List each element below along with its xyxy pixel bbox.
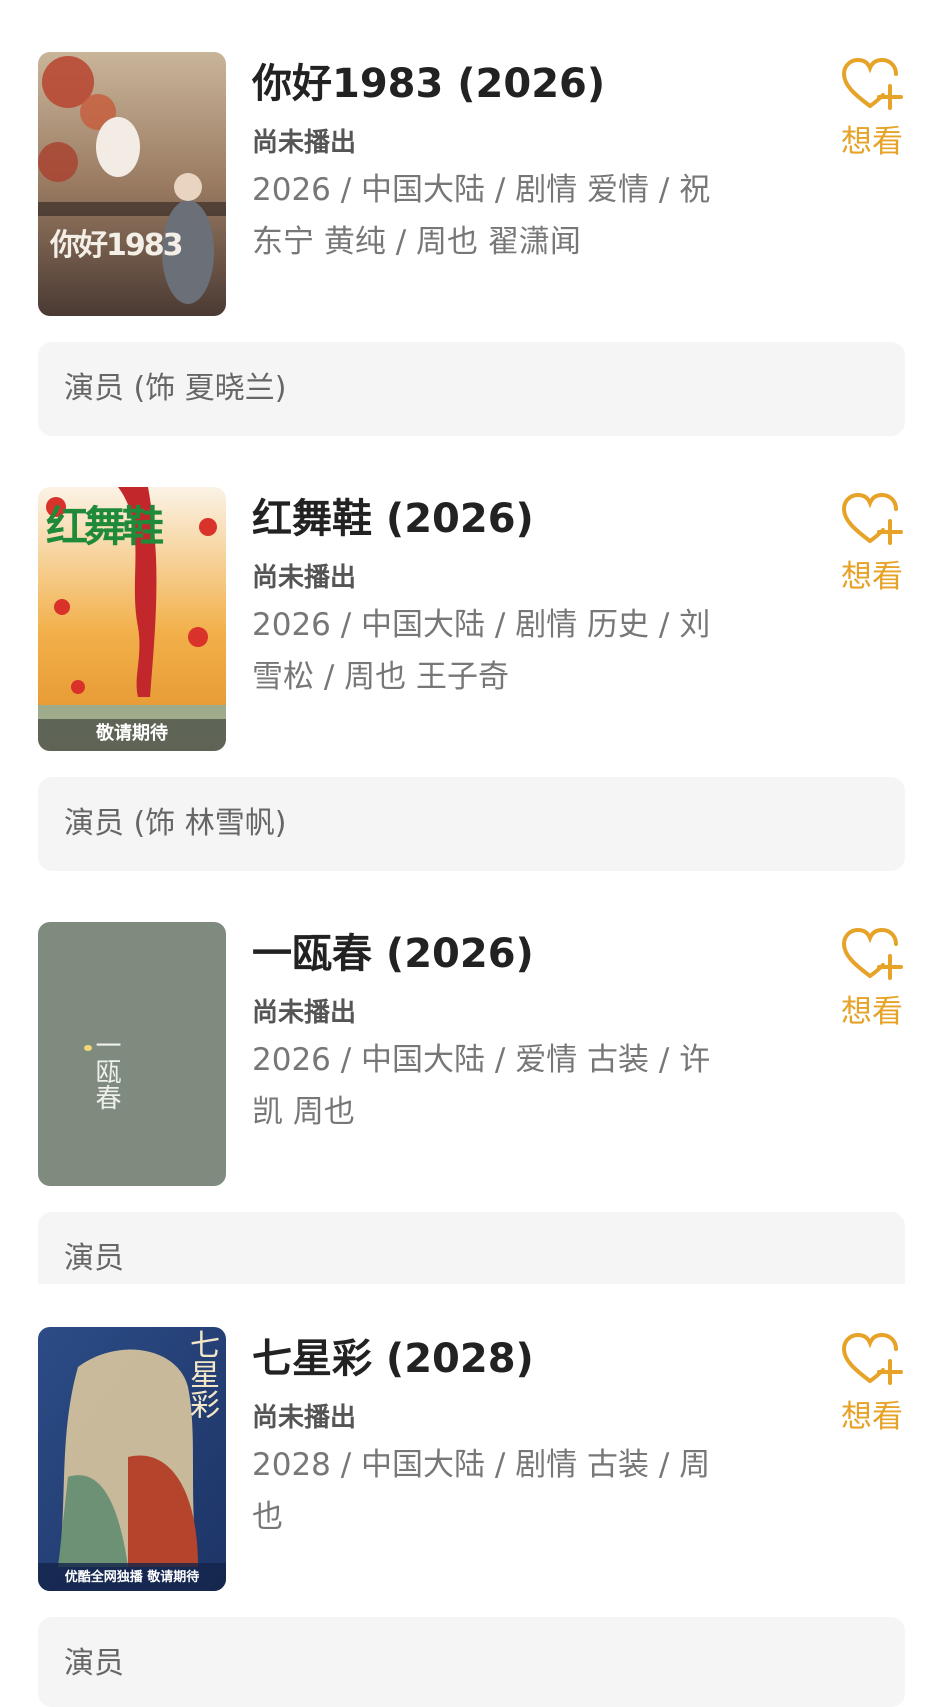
drama-title[interactable]: 七星彩 (2028) [252, 1333, 534, 1385]
drama-title[interactable]: 一瓯春 (2026) [252, 928, 534, 980]
drama-meta: 2026 / 中国大陆 / 剧情 爱情 / 祝东宁 黄纯 / 周也 翟潇闻 [252, 172, 711, 260]
status-text: 尚未播出 [252, 128, 357, 158]
poster-footer-text: 敬请期待 [96, 723, 168, 744]
drama-meta: 2026 / 中国大陆 / 剧情 历史 / 刘雪松 / 周也 王子奇 [252, 607, 711, 695]
want-to-watch-label: 想看 [841, 559, 903, 595]
poster-image[interactable]: 七星彩 优酷全网独播 敬请期待 [38, 1327, 226, 1591]
drama-title[interactable]: 你好1983 (2026) [252, 58, 605, 110]
drama-meta: 2026 / 中国大陆 / 爱情 古装 / 许凯 周也 [252, 1042, 711, 1130]
heart-plus-icon [841, 492, 903, 545]
role-bar[interactable]: 演员 [38, 1212, 905, 1284]
poster-footer-text: 优酷全网独播 敬请期待 [64, 1570, 200, 1585]
status-text: 尚未播出 [252, 998, 357, 1028]
poster-title-text: 红舞鞋 [46, 502, 164, 551]
drama-card[interactable]: 七星彩 优酷全网独播 敬请期待 七星彩 (2028) 尚未播出 2028 / 中… [0, 1327, 945, 1707]
drama-title[interactable]: 红舞鞋 (2026) [252, 493, 534, 545]
poster-title-text: 你好1983 [50, 228, 183, 263]
want-to-watch-button[interactable]: 想看 [830, 1331, 914, 1436]
role-bar[interactable]: 演员 [38, 1617, 905, 1707]
drama-card[interactable]: 你好1983 你好1983 (2026) 尚未播出 2026 / 中国大陆 / … [0, 52, 945, 436]
want-to-watch-label: 想看 [841, 1399, 903, 1435]
drama-meta: 2028 / 中国大陆 / 剧情 古装 / 周也 [252, 1447, 711, 1535]
heart-plus-icon [841, 927, 903, 980]
want-to-watch-label: 想看 [841, 124, 903, 160]
drama-card[interactable]: 一瓯春 一瓯春 (2026) 尚未播出 2026 / 中国大陆 / 爱情 古装 … [0, 922, 945, 1297]
role-bar[interactable]: 演员 (饰 夏晓兰) [38, 342, 905, 436]
status-text: 尚未播出 [252, 1403, 357, 1433]
role-bar[interactable]: 演员 (饰 林雪帆) [38, 777, 905, 871]
poster-image[interactable]: 你好1983 [38, 52, 226, 316]
poster-image[interactable]: 红舞鞋 敬请期待 [38, 487, 226, 751]
want-to-watch-button[interactable]: 想看 [830, 926, 914, 1031]
drama-card[interactable]: 红舞鞋 敬请期待 红舞鞋 (2026) 尚未播出 2026 / 中国大陆 / 剧… [0, 487, 945, 871]
status-text: 尚未播出 [252, 563, 357, 593]
want-to-watch-label: 想看 [841, 994, 903, 1030]
heart-plus-icon [841, 57, 903, 110]
heart-plus-icon [841, 1332, 903, 1385]
poster-title-text: 七星彩 [184, 1329, 219, 1419]
poster-title-text: 一瓯春 [91, 1032, 121, 1110]
poster-image[interactable]: 一瓯春 [38, 922, 226, 1186]
want-to-watch-button[interactable]: 想看 [830, 491, 914, 596]
want-to-watch-button[interactable]: 想看 [830, 56, 914, 161]
